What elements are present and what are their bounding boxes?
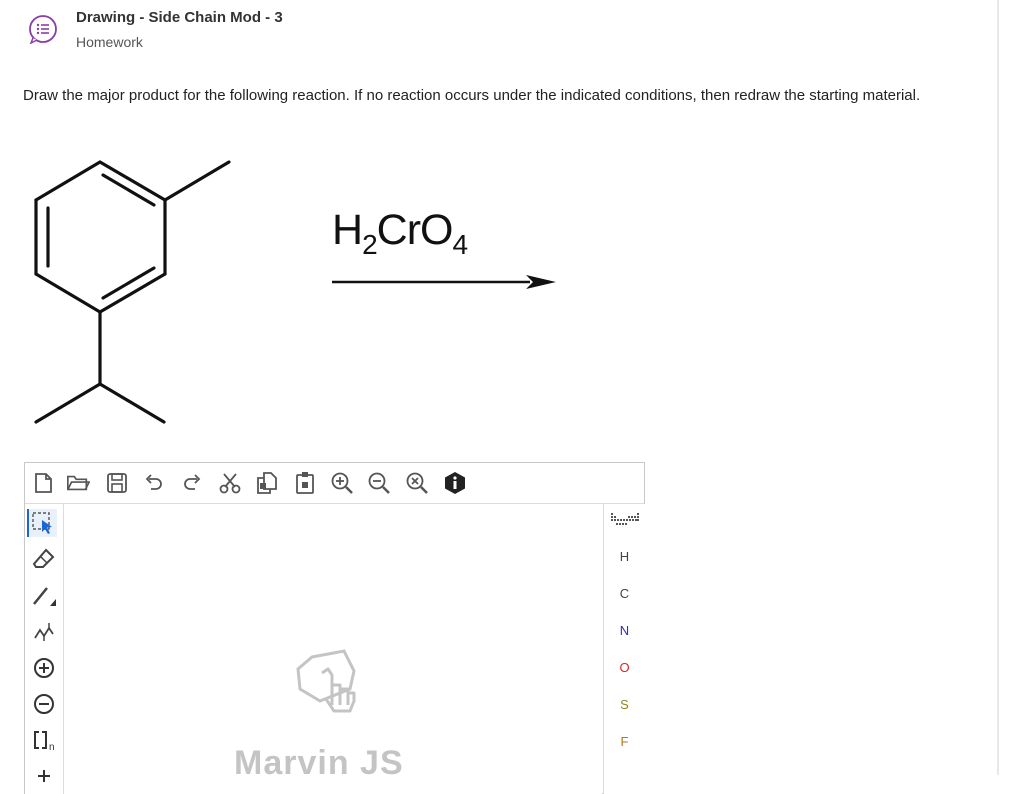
new-document-icon[interactable]	[31, 471, 55, 495]
redo-icon[interactable]	[180, 471, 204, 495]
select-arrow-icon[interactable]	[27, 509, 57, 537]
question-text: Draw the major product for the following…	[23, 87, 921, 104]
eraser-icon[interactable]	[30, 545, 58, 573]
drawing-canvas[interactable]: Marvin JS	[64, 504, 602, 794]
reaction-arrow	[332, 275, 556, 289]
element-s[interactable]: S	[604, 697, 645, 712]
assignment-type: Homework	[76, 34, 143, 50]
undo-icon[interactable]	[142, 471, 166, 495]
marvin-editor: n Marvin JS H C N O S F	[24, 462, 645, 794]
element-c[interactable]: C	[604, 586, 645, 601]
positive-charge-icon[interactable]	[30, 654, 58, 682]
zoom-in-icon[interactable]	[330, 471, 354, 495]
element-o[interactable]: O	[604, 660, 645, 675]
cut-icon[interactable]	[218, 471, 242, 495]
element-n[interactable]: N	[604, 623, 645, 638]
bracket-n-icon[interactable]: n	[30, 726, 58, 754]
list-bubble-icon	[28, 14, 58, 45]
periodic-table-icon[interactable]	[604, 512, 645, 529]
negative-charge-icon[interactable]	[30, 690, 58, 718]
editor-top-toolbar	[25, 463, 644, 504]
editor-left-toolbar: n	[25, 504, 64, 794]
copy-icon[interactable]	[255, 471, 279, 495]
element-f[interactable]: F	[604, 734, 645, 749]
info-icon[interactable]	[443, 471, 467, 495]
page-right-border	[997, 0, 999, 775]
element-h[interactable]: H	[604, 549, 645, 564]
marvin-logo-icon	[296, 649, 356, 713]
bracket-n-label: n	[49, 742, 55, 752]
single-bond-icon[interactable]	[30, 582, 58, 610]
more-tools-icon[interactable]	[30, 762, 58, 790]
reagent-label: H2CrO4	[332, 206, 468, 260]
chain-icon[interactable]	[30, 618, 58, 646]
open-folder-icon[interactable]	[66, 471, 90, 495]
assignment-title: Drawing - Side Chain Mod - 3	[76, 9, 283, 26]
paste-icon[interactable]	[293, 471, 317, 495]
zoom-out-icon[interactable]	[367, 471, 391, 495]
save-icon[interactable]	[105, 471, 129, 495]
zoom-reset-icon[interactable]	[405, 471, 429, 495]
starting-material-structure	[34, 160, 231, 424]
element-palette: H C N O S F	[603, 504, 645, 794]
marvin-watermark: Marvin JS	[234, 744, 404, 782]
